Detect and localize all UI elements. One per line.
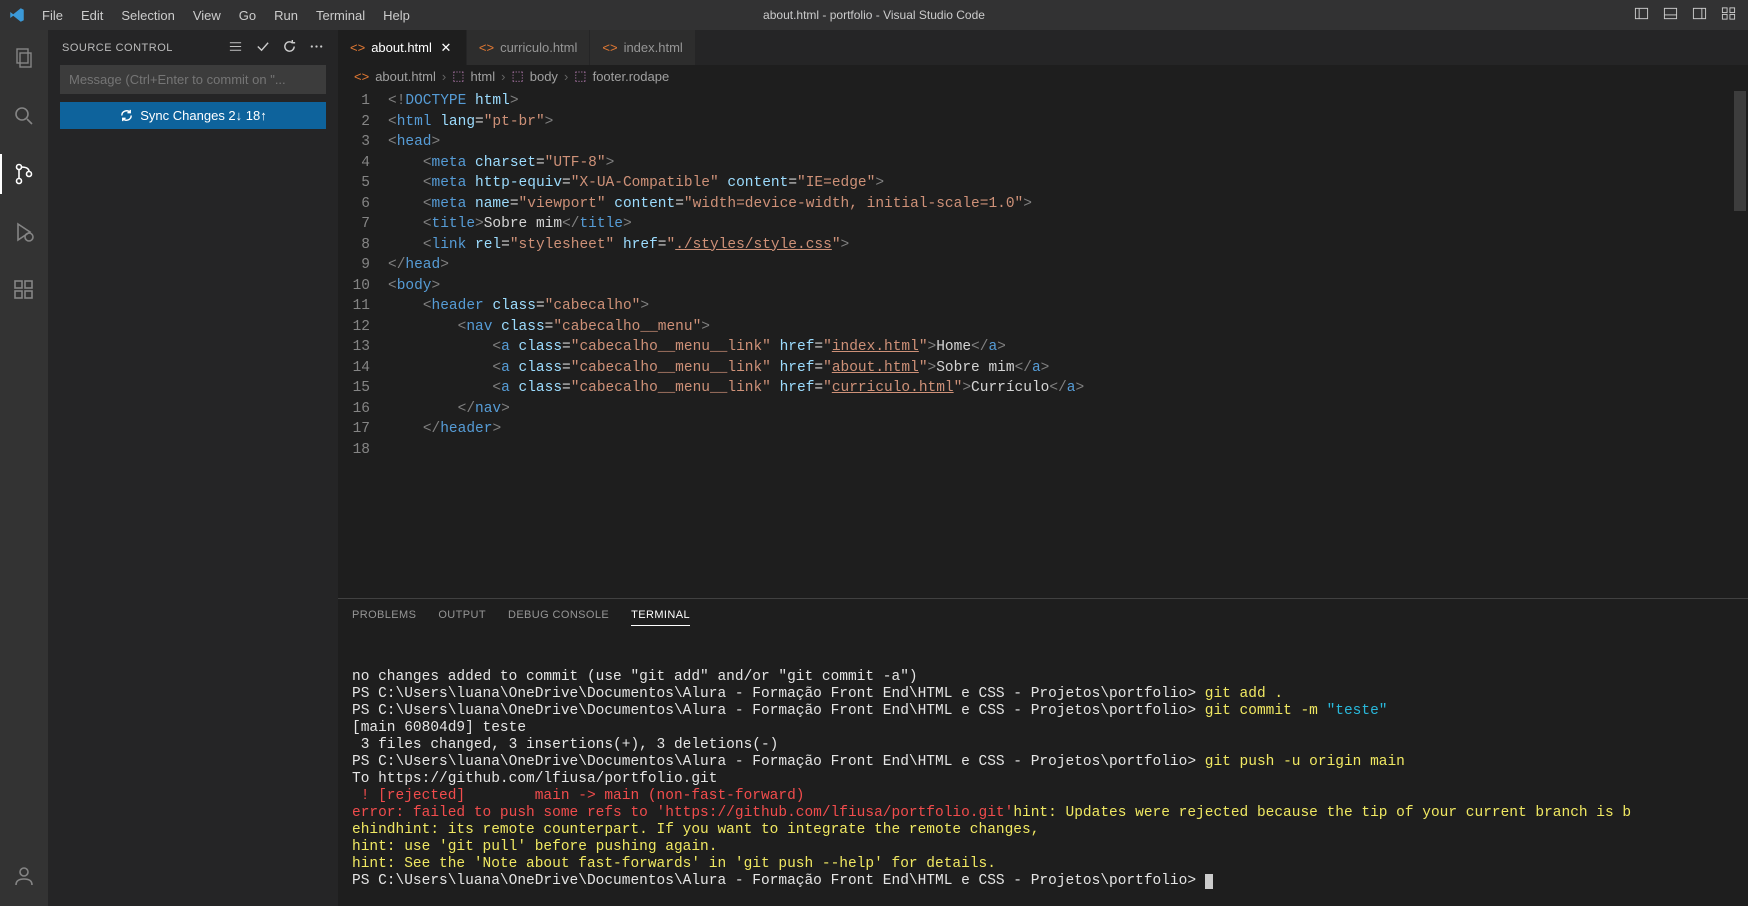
panel-tabs: PROBLEMS OUTPUT DEBUG CONSOLE TERMINAL xyxy=(338,599,1748,631)
html-file-icon: <> xyxy=(354,69,369,84)
menu-view[interactable]: View xyxy=(185,4,229,27)
chevron-right-icon: › xyxy=(501,69,505,84)
activity-explorer[interactable] xyxy=(0,38,48,78)
panel-tab-problems[interactable]: PROBLEMS xyxy=(352,605,416,625)
tab-label: index.html xyxy=(624,40,683,55)
close-icon[interactable]: ✕ xyxy=(438,40,454,56)
html-file-icon: <> xyxy=(602,40,617,55)
refresh-icon[interactable] xyxy=(282,39,297,57)
editor-tabs: <> about.html ✕ <> curriculo.html <> ind… xyxy=(338,30,1748,65)
more-icon[interactable] xyxy=(309,39,324,57)
activity-source-control[interactable] xyxy=(0,154,48,194)
editor-scrollbar[interactable] xyxy=(1734,91,1746,211)
view-as-tree-icon[interactable] xyxy=(228,39,243,57)
breadcrumb-item[interactable]: about.html xyxy=(375,69,436,84)
sidebar-source-control: SOURCE CONTROL Sync Changes 2↓ 18↑ xyxy=(48,30,338,906)
menu-selection[interactable]: Selection xyxy=(113,4,182,27)
activity-accounts[interactable] xyxy=(0,856,48,896)
html-file-icon: <> xyxy=(350,40,365,55)
menu-file[interactable]: File xyxy=(34,4,71,27)
activity-search[interactable] xyxy=(0,96,48,136)
chevron-right-icon: › xyxy=(564,69,568,84)
tab-label: curriculo.html xyxy=(500,40,577,55)
layout-customize-icon[interactable] xyxy=(1721,6,1736,24)
activity-run-debug[interactable] xyxy=(0,212,48,252)
tab-curriculo[interactable]: <> curriculo.html xyxy=(467,30,590,65)
tab-label: about.html xyxy=(371,40,432,55)
terminal-cursor xyxy=(1205,874,1213,889)
sidebar-title: SOURCE CONTROL xyxy=(62,42,173,54)
breadcrumb-item[interactable]: html xyxy=(471,69,496,84)
line-numbers: 123456789101112131415161718 xyxy=(338,87,388,598)
layout-sidebar-right-icon[interactable] xyxy=(1692,6,1707,24)
layout-panel-icon[interactable] xyxy=(1663,6,1678,24)
breadcrumb-item[interactable]: footer.rodape xyxy=(593,69,670,84)
sidebar-header: SOURCE CONTROL xyxy=(48,30,338,65)
menu-run[interactable]: Run xyxy=(266,4,306,27)
breadcrumb-item[interactable]: body xyxy=(530,69,558,84)
menu-go[interactable]: Go xyxy=(231,4,264,27)
menu-terminal[interactable]: Terminal xyxy=(308,4,373,27)
editor-group: <> about.html ✕ <> curriculo.html <> ind… xyxy=(338,30,1748,906)
panel: PROBLEMS OUTPUT DEBUG CONSOLE TERMINAL n… xyxy=(338,598,1748,906)
menu-bar: File Edit Selection View Go Run Terminal… xyxy=(34,4,418,27)
menu-edit[interactable]: Edit xyxy=(73,4,111,27)
commit-check-icon[interactable] xyxy=(255,39,270,57)
html-file-icon: <> xyxy=(479,40,494,55)
menu-help[interactable]: Help xyxy=(375,4,418,27)
sync-icon xyxy=(119,108,134,123)
layout-sidebar-left-icon[interactable] xyxy=(1634,6,1649,24)
panel-tab-output[interactable]: OUTPUT xyxy=(438,605,486,625)
breadcrumbs[interactable]: <> about.html › ⬚ html › ⬚ body › ⬚ foot… xyxy=(338,65,1748,87)
panel-tab-debug[interactable]: DEBUG CONSOLE xyxy=(508,605,609,625)
symbol-icon: ⬚ xyxy=(574,68,586,84)
symbol-icon: ⬚ xyxy=(452,68,464,84)
terminal[interactable]: no changes added to commit (use "git add… xyxy=(338,631,1748,906)
code-content[interactable]: <!DOCTYPE html> <html lang="pt-br"> <hea… xyxy=(388,87,1748,598)
commit-message-input[interactable] xyxy=(60,65,326,94)
chevron-right-icon: › xyxy=(442,69,446,84)
vscode-logo-icon xyxy=(8,6,26,24)
sync-button-label: Sync Changes 2↓ 18↑ xyxy=(140,108,266,123)
sync-changes-button[interactable]: Sync Changes 2↓ 18↑ xyxy=(60,102,326,129)
code-editor[interactable]: 123456789101112131415161718 <!DOCTYPE ht… xyxy=(338,87,1748,598)
window-title: about.html - portfolio - Visual Studio C… xyxy=(763,8,985,22)
activity-bar xyxy=(0,30,48,906)
title-bar: File Edit Selection View Go Run Terminal… xyxy=(0,0,1748,30)
panel-tab-terminal[interactable]: TERMINAL xyxy=(631,605,690,626)
tab-about[interactable]: <> about.html ✕ xyxy=(338,30,467,65)
tab-index[interactable]: <> index.html xyxy=(590,30,695,65)
activity-extensions[interactable] xyxy=(0,270,48,310)
symbol-icon: ⬚ xyxy=(511,68,523,84)
